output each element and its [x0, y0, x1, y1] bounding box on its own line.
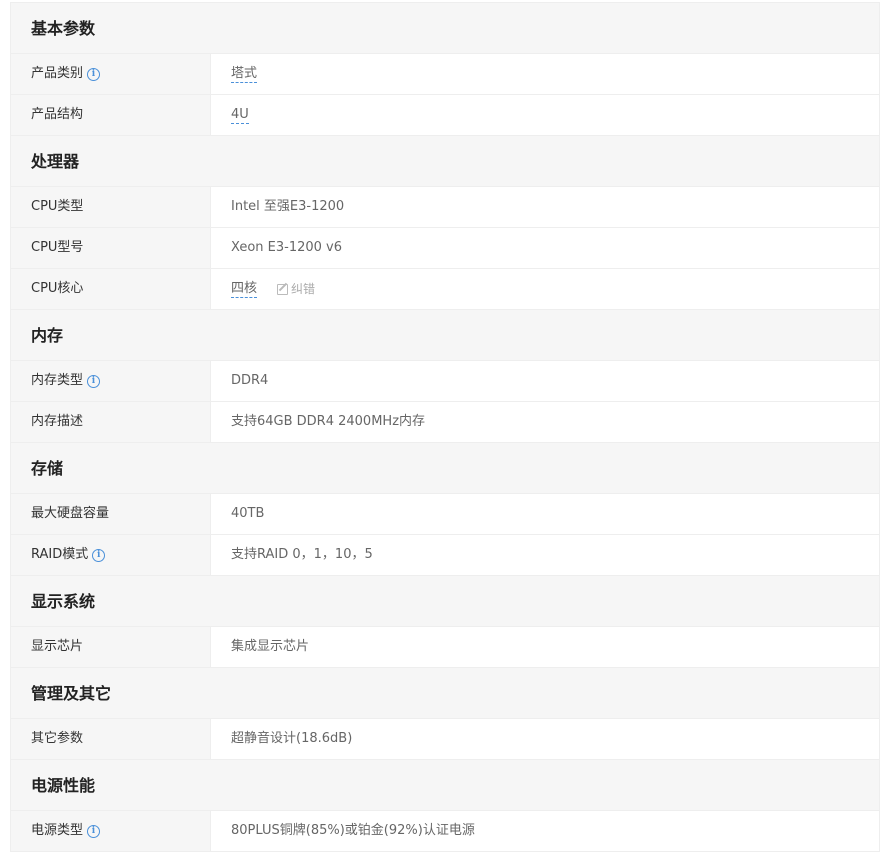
row-key-label: CPU类型	[31, 199, 84, 214]
row-key-label: CPU核心	[31, 281, 84, 296]
section-title: 电源性能	[11, 760, 879, 811]
row-value-text: 集成显示芯片	[231, 639, 310, 654]
section-title: 显示系统	[11, 576, 879, 627]
section-title: 处理器	[11, 136, 879, 187]
table-row: CPU类型 Intel 至强E3-1200	[11, 187, 879, 228]
info-icon[interactable]: i	[92, 548, 106, 562]
table-row: 内存类型 i DDR4	[11, 361, 879, 402]
row-key: 最大硬盘容量	[11, 494, 211, 534]
row-key-label: CPU型号	[31, 240, 84, 255]
row-key: CPU型号	[11, 228, 211, 268]
row-key: CPU类型	[11, 187, 211, 227]
row-value-text: 支持RAID 0，1，10，5	[231, 547, 373, 562]
info-icon[interactable]: i	[87, 824, 101, 838]
row-value-text: 80PLUS铜牌(85%)或铂金(92%)认证电源	[231, 823, 475, 838]
table-row: 内存描述 支持64GB DDR4 2400MHz内存	[11, 402, 879, 443]
info-icon[interactable]: i	[87, 67, 101, 81]
row-value: 支持64GB DDR4 2400MHz内存	[211, 402, 879, 442]
table-row: 电源类型 i 80PLUS铜牌(85%)或铂金(92%)认证电源	[11, 811, 879, 852]
section-title: 内存	[11, 310, 879, 361]
row-key: 显示芯片	[11, 627, 211, 667]
row-key-label: 产品类别	[31, 66, 84, 81]
row-key-label: 最大硬盘容量	[31, 506, 110, 521]
row-value-text: 40TB	[231, 506, 265, 521]
row-value: 40TB	[211, 494, 879, 534]
row-key: 其它参数	[11, 719, 211, 759]
table-row: 最大硬盘容量 40TB	[11, 494, 879, 535]
correction-button[interactable]: 纠错	[277, 269, 315, 309]
row-value: 超静音设计(18.6dB)	[211, 719, 879, 759]
correction-label: 纠错	[291, 282, 316, 296]
row-value: 四核 纠错	[211, 269, 879, 309]
row-value: Xeon E3-1200 v6	[211, 228, 879, 268]
table-row: 产品结构 4U	[11, 95, 879, 136]
edit-icon	[277, 283, 289, 295]
table-row: RAID模式 i 支持RAID 0，1，10，5	[11, 535, 879, 576]
row-value-text: 超静音设计(18.6dB)	[231, 731, 353, 746]
row-value-text: 支持64GB DDR4 2400MHz内存	[231, 414, 426, 429]
row-value: DDR4	[211, 361, 879, 401]
row-value: 支持RAID 0，1，10，5	[211, 535, 879, 575]
row-value-text: Xeon E3-1200 v6	[231, 240, 343, 255]
row-key-label: 显示芯片	[31, 639, 84, 654]
row-value-text: DDR4	[231, 373, 269, 388]
value-link[interactable]: 塔式	[231, 66, 258, 83]
table-row: 显示芯片 集成显示芯片	[11, 627, 879, 668]
row-value: 4U	[211, 95, 879, 135]
row-key: 内存类型 i	[11, 361, 211, 401]
section-title: 基本参数	[11, 3, 879, 54]
row-value: Intel 至强E3-1200	[211, 187, 879, 227]
row-key: RAID模式 i	[11, 535, 211, 575]
row-value: 80PLUS铜牌(85%)或铂金(92%)认证电源	[211, 811, 879, 851]
row-value: 塔式	[211, 54, 879, 94]
table-row: 产品类别 i 塔式	[11, 54, 879, 95]
row-key: 产品类别 i	[11, 54, 211, 94]
section-title: 存储	[11, 443, 879, 494]
section-title: 管理及其它	[11, 668, 879, 719]
table-row: 其它参数 超静音设计(18.6dB)	[11, 719, 879, 760]
info-icon[interactable]: i	[87, 374, 101, 388]
value-link[interactable]: 4U	[231, 107, 249, 124]
row-key-label: 其它参数	[31, 731, 84, 746]
value-link[interactable]: 四核	[231, 281, 258, 298]
row-key-label: 内存描述	[31, 414, 84, 429]
row-value: 集成显示芯片	[211, 627, 879, 667]
row-key: 产品结构	[11, 95, 211, 135]
row-key: CPU核心	[11, 269, 211, 309]
row-key: 电源类型 i	[11, 811, 211, 851]
row-key-label: RAID模式	[31, 547, 89, 562]
table-row: CPU型号 Xeon E3-1200 v6	[11, 228, 879, 269]
table-row: CPU核心 四核 纠错	[11, 269, 879, 310]
row-key-label: 产品结构	[31, 107, 84, 122]
row-value-text: Intel 至强E3-1200	[231, 199, 345, 214]
row-key-label: 内存类型	[31, 373, 84, 388]
row-key: 内存描述	[11, 402, 211, 442]
spec-table: 基本参数 产品类别 i 塔式 产品结构 4U 处理器 CPU类型 Intel 至强…	[10, 2, 880, 852]
row-key-label: 电源类型	[31, 823, 84, 838]
